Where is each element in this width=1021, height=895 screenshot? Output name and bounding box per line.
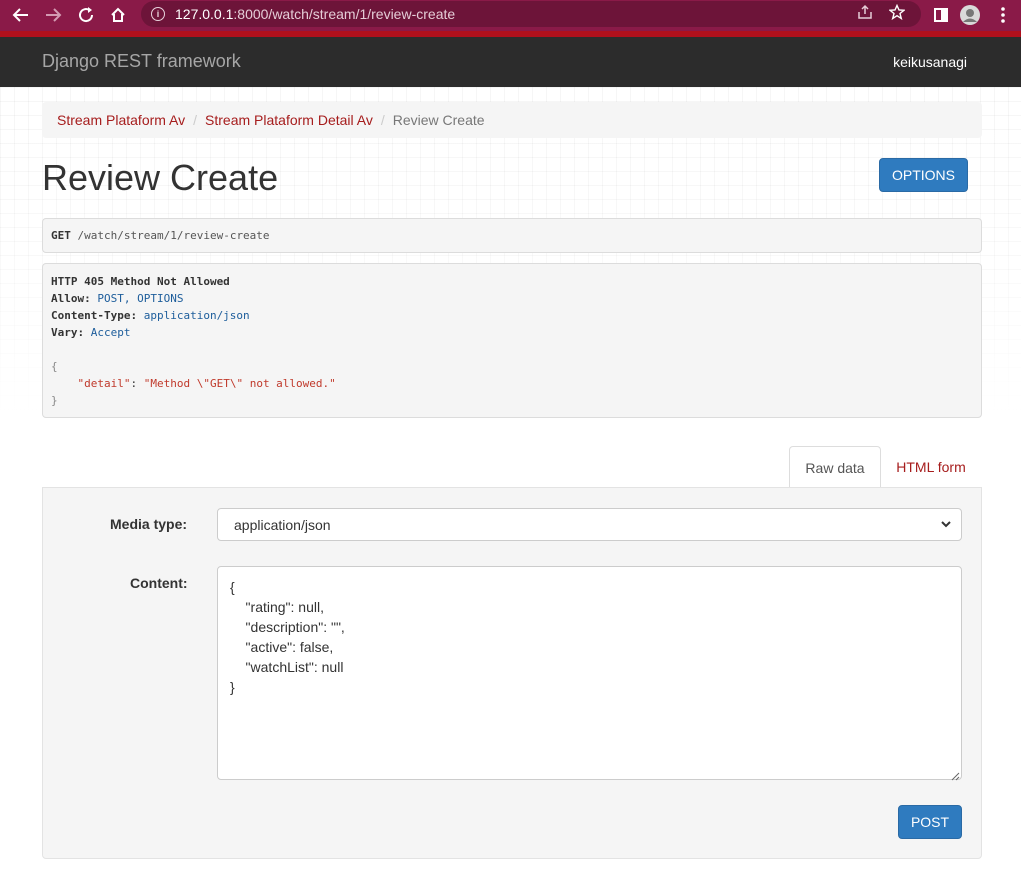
response-header-name: Allow: [51, 292, 91, 305]
response-header-name: Content-Type: [51, 309, 138, 322]
resize-grip-icon[interactable] [951, 768, 960, 786]
response-info: HTTP 405 Method Not Allowed Allow: POST,… [42, 263, 982, 418]
response-body-key: "detail" [77, 377, 131, 390]
media-type-value: application/json [234, 517, 331, 533]
response-header-value: POST, OPTIONS [90, 292, 184, 305]
url-text: 127.0.0.1:8000/watch/stream/1/review-cre… [175, 6, 456, 22]
home-icon[interactable] [105, 2, 131, 28]
page-title: Review Create [42, 157, 279, 198]
chevron-down-icon [939, 517, 953, 534]
response-header-value: application/json [137, 309, 250, 322]
menu-kebab-icon[interactable] [990, 2, 1016, 28]
request-info: GET /watch/stream/1/review-create [42, 218, 982, 253]
options-button[interactable]: OPTIONS [879, 158, 968, 192]
breadcrumb-item-stream-plataform[interactable]: Stream Plataform Av [57, 112, 185, 128]
tab-html-form[interactable]: HTML form [881, 446, 981, 488]
site-info-icon[interactable]: i [151, 7, 165, 21]
breadcrumb-separator: / [193, 112, 198, 128]
response-header-value: Accept [84, 326, 131, 339]
request-method: GET [51, 229, 71, 242]
browser-toolbar: i 127.0.0.1:8000/watch/stream/1/review-c… [0, 0, 1021, 31]
profile-avatar-icon[interactable] [957, 2, 983, 28]
address-bar[interactable]: i 127.0.0.1:8000/watch/stream/1/review-c… [141, 1, 921, 27]
response-body-value: "Method \"GET\" not allowed." [143, 377, 336, 390]
post-button[interactable]: POST [898, 805, 962, 839]
reload-icon[interactable] [73, 2, 99, 28]
media-type-label: Media type: [110, 516, 188, 532]
side-panel-icon[interactable] [928, 2, 954, 28]
navbar-brand[interactable]: Django REST framework [42, 51, 241, 72]
response-body-colon: : [130, 377, 144, 390]
navbar: Django REST framework keikusanagi [0, 37, 1021, 87]
request-path: /watch/stream/1/review-create [70, 229, 270, 242]
share-icon[interactable] [857, 4, 873, 25]
tab-raw-data[interactable]: Raw data [789, 446, 881, 488]
breadcrumb: Stream Plataform Av / Stream Plataform D… [42, 102, 982, 138]
content-textarea[interactable]: { "rating": null, "description": "", "ac… [217, 566, 962, 780]
response-header-name: Vary: [51, 326, 85, 339]
user-menu[interactable]: keikusanagi [893, 54, 967, 70]
bookmark-star-icon[interactable] [888, 3, 906, 25]
media-type-select[interactable]: application/json [217, 508, 962, 541]
breadcrumb-item-active: Review Create [392, 112, 485, 128]
response-body-open: { [51, 360, 58, 373]
content-label: Content: [130, 575, 188, 591]
breadcrumb-separator: / [380, 112, 385, 128]
response-body-close: } [51, 394, 58, 407]
forward-icon[interactable] [40, 2, 66, 28]
back-icon[interactable] [8, 2, 34, 28]
breadcrumb-item-stream-plataform-detail[interactable]: Stream Plataform Detail Av [205, 112, 373, 128]
response-status: HTTP 405 Method Not Allowed [51, 275, 230, 288]
